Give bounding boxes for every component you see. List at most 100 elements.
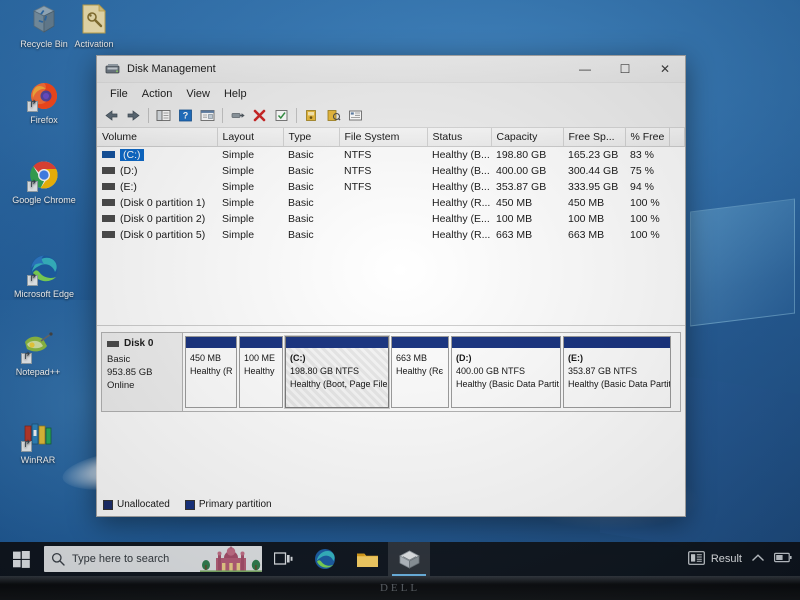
column-header-file-system[interactable]: File System	[339, 128, 428, 147]
desktop-icon-google-chrome[interactable]: Google Chrome	[8, 158, 80, 206]
disk-info-panel[interactable]: Disk 0 Basic 953.85 GB Online	[101, 332, 183, 412]
desktop-icon-activation[interactable]: Activation	[58, 2, 130, 50]
list-view-icon[interactable]	[345, 106, 366, 126]
cell-capacity: 400.00 GB	[496, 165, 547, 177]
partition-body: (C:) 198.80 GB NTFS Healthy (Boot, Page …	[286, 348, 388, 407]
partition-status: Healthy (Basic Data Partit	[456, 379, 560, 389]
table-row[interactable]: (C:) Simple Basic NTFS Healthy (B... 198…	[97, 147, 685, 164]
result-window-icon	[687, 550, 705, 568]
table-row[interactable]: (D:) Simple Basic NTFS Healthy (B... 400…	[97, 163, 685, 179]
partition-size: 400.00 GB NTFS	[456, 366, 526, 376]
column-header-status[interactable]: Status	[427, 128, 492, 147]
partition-status: Healthy (R	[190, 366, 233, 376]
toolbar-separator	[222, 108, 223, 123]
maximize-button[interactable]: ☐	[605, 56, 645, 82]
cell-layout: Simple	[222, 213, 255, 225]
disk-row-disk0[interactable]: Disk 0 Basic 953.85 GB Online 450 MB Hea…	[101, 332, 681, 412]
partition-status: Healthy (Boot, Page File	[290, 379, 388, 389]
forward-icon[interactable]	[123, 106, 144, 126]
partition-block-e[interactable]: (E:) 353.87 GB NTFS Healthy (Basic Data …	[563, 336, 671, 408]
column-header-free-space[interactable]: Free Sp...	[563, 128, 626, 147]
menu-file[interactable]: File	[103, 86, 135, 102]
partition-block-recovery-450mb[interactable]: 450 MB Healthy (R	[185, 336, 237, 408]
delete-icon[interactable]	[249, 106, 270, 126]
column-header-type[interactable]: Type	[283, 128, 340, 147]
cell-volume: (Disk 0 partition 1)	[97, 195, 217, 211]
shortcut-overlay-icon	[21, 439, 32, 452]
desktop-icon-notepadpp[interactable]: Notepad++	[2, 330, 74, 378]
cell-capacity: 353.87 GB	[496, 181, 547, 193]
cell-type: Basic	[288, 165, 314, 177]
search-input[interactable]: Type here to search	[44, 546, 262, 572]
microsoft-edge-icon[interactable]	[304, 542, 346, 576]
desktop-icon-winrar[interactable]: WinRAR	[2, 418, 74, 466]
table-row[interactable]: (E:) Simple Basic NTFS Healthy (B... 353…	[97, 179, 685, 195]
menu-bar: File Action View Help	[97, 83, 685, 104]
window-content: Volume Layout Type File System Status Ca…	[97, 128, 685, 516]
tray-result-label: Result	[710, 553, 742, 565]
properties-window-icon[interactable]	[197, 106, 218, 126]
table-row[interactable]: (Disk 0 partition 5) Simple Basic Health…	[97, 227, 685, 243]
desktop-icon-label: Firefox	[30, 115, 58, 125]
close-button[interactable]: ✕	[645, 56, 685, 82]
legend-swatch-primary-icon	[184, 499, 195, 510]
volume-marker-icon	[102, 214, 115, 222]
column-header-volume[interactable]: Volume	[97, 128, 218, 147]
column-header-layout[interactable]: Layout	[217, 128, 284, 147]
check-icon[interactable]	[271, 106, 292, 126]
shortcut-overlay-icon	[21, 351, 32, 364]
menu-action[interactable]: Action	[135, 86, 180, 102]
legend: Unallocated Primary partition	[103, 499, 282, 510]
partition-colorbar	[186, 337, 236, 348]
menu-view[interactable]: View	[179, 86, 217, 102]
volume-marker-icon	[102, 182, 115, 190]
legend-item-unallocated: Unallocated	[103, 499, 170, 510]
window-titlebar[interactable]: Disk Management — ☐ ✕	[97, 56, 685, 83]
disk-management-taskbar-icon[interactable]	[388, 542, 430, 576]
windows-start-icon[interactable]	[0, 542, 42, 576]
back-icon[interactable]	[101, 106, 122, 126]
svg-text:?: ?	[183, 111, 189, 121]
partition-colorbar	[392, 337, 448, 348]
column-header-capacity[interactable]: Capacity	[491, 128, 564, 147]
cell-free: 333.95 GB	[568, 181, 619, 193]
activation-icon	[77, 2, 111, 36]
partition-strip: 450 MB Healthy (R 100 ME Healthy (C:) 19…	[183, 332, 681, 412]
help-icon[interactable]: ?	[175, 106, 196, 126]
cell-filler	[669, 179, 685, 195]
tray-result-item[interactable]: Result	[687, 550, 742, 568]
partition-size: 663 MB	[396, 353, 428, 363]
show-hide-console-tree-icon[interactable]	[153, 106, 174, 126]
cell-layout: Simple	[222, 181, 255, 193]
battery-icon[interactable]	[774, 550, 792, 568]
partition-block-efi-100mb[interactable]: 100 ME Healthy	[239, 336, 283, 408]
chrome-icon	[27, 158, 61, 192]
table-row[interactable]: (Disk 0 partition 2) Simple Basic Health…	[97, 211, 685, 227]
desktop-icon-microsoft-edge[interactable]: Microsoft Edge	[8, 252, 80, 300]
menu-help[interactable]: Help	[217, 86, 254, 102]
notepadpp-icon	[21, 330, 55, 364]
file-explorer-icon[interactable]	[346, 542, 388, 576]
minimize-button[interactable]: —	[565, 56, 605, 82]
cell-pct: 100 %	[630, 229, 660, 241]
rescan-disks-icon[interactable]	[227, 106, 248, 126]
partition-block-c[interactable]: (C:) 198.80 GB NTFS Healthy (Boot, Page …	[284, 335, 390, 409]
volume-properties-icon[interactable]	[323, 106, 344, 126]
chevron-up-icon[interactable]	[751, 550, 765, 568]
cell-fs	[339, 211, 427, 227]
disk-management-icon	[105, 62, 121, 76]
desktop-icon-firefox[interactable]: Firefox	[8, 78, 80, 126]
task-view-icon[interactable]	[262, 542, 304, 576]
column-header-percent-free[interactable]: % Free	[625, 128, 670, 147]
brand-logo: DELL	[379, 582, 421, 594]
partition-body: 663 MB Healthy (Rє	[392, 348, 448, 407]
partition-body: (D:) 400.00 GB NTFS Healthy (Basic Data …	[452, 348, 560, 407]
shortcut-overlay-icon	[27, 99, 38, 112]
partition-block-d[interactable]: (D:) 400.00 GB NTFS Healthy (Basic Data …	[451, 336, 561, 408]
volume-list-pane[interactable]: Volume Layout Type File System Status Ca…	[97, 128, 685, 326]
new-volume-icon[interactable]	[301, 106, 322, 126]
table-row[interactable]: (Disk 0 partition 1) Simple Basic Health…	[97, 195, 685, 211]
graphical-disk-view[interactable]: Disk 0 Basic 953.85 GB Online 450 MB Hea…	[97, 326, 685, 516]
partition-size: 100 ME	[244, 353, 276, 363]
partition-block-recovery-663mb[interactable]: 663 MB Healthy (Rє	[391, 336, 449, 408]
